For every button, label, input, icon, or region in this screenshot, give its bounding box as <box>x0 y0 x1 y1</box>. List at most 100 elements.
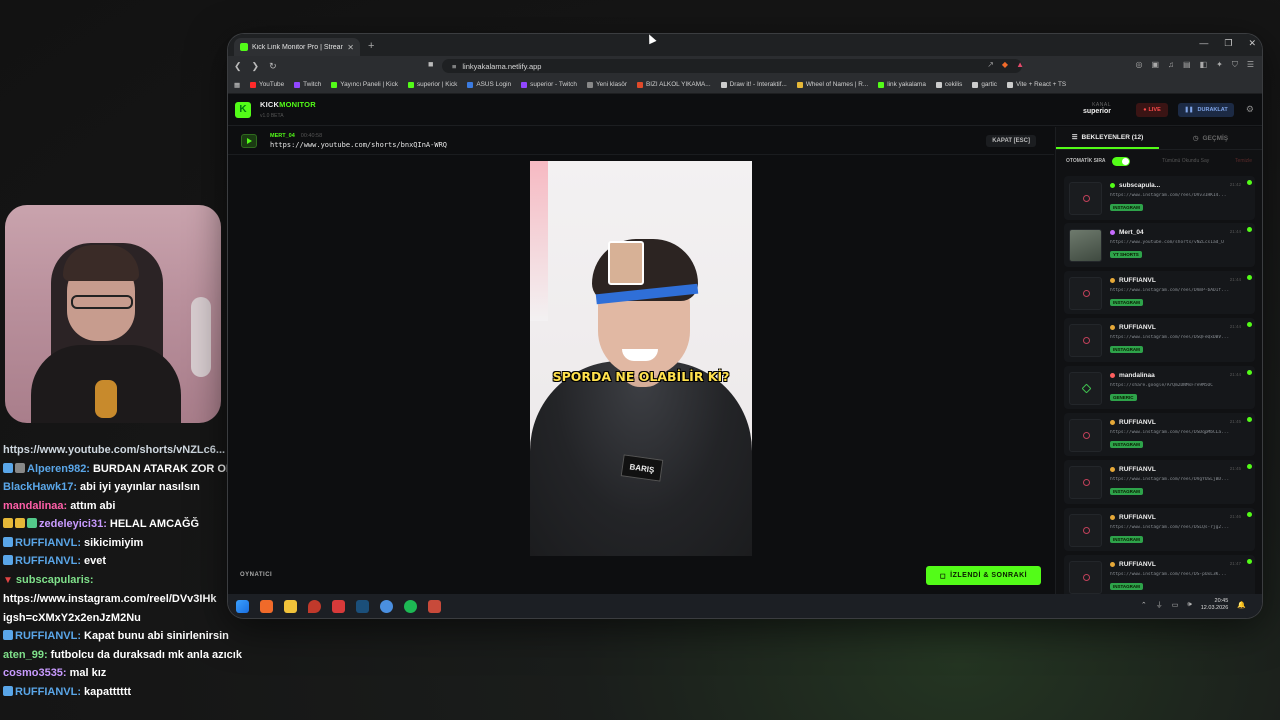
chat-username[interactable]: cosmo3535: <box>3 667 67 679</box>
chat-overlay: https://www.youtube.com/shorts/vNZLc6...… <box>3 441 243 701</box>
vpn-icon[interactable]: ⛉ <box>1232 60 1238 70</box>
split-view-icon[interactable]: ◧ <box>1200 60 1208 70</box>
calculator-app-icon[interactable] <box>428 599 441 613</box>
bookmark-item[interactable]: ASUS Login <box>467 81 511 88</box>
bookmark-item[interactable]: superior - Twitch <box>521 81 577 88</box>
bookmark-item[interactable]: BIZI ALKOL YIKAMA... <box>636 81 711 88</box>
steam-icon[interactable] <box>356 599 369 613</box>
settings-icon[interactable]: ⚙ <box>1246 104 1254 115</box>
queue-time: 21:44 <box>1229 276 1241 282</box>
clock-icon: ◷ <box>1192 135 1199 142</box>
chat-text: igsh=cXMxY2x2enJzM2Nu <box>3 611 141 624</box>
queue-time: 21:44 <box>1229 324 1241 330</box>
tab-waiting[interactable]: ☰ BEKLEYENLER (12) <box>1056 127 1159 149</box>
bookmark-item[interactable]: Wheel of Names | R... <box>796 81 868 88</box>
bookmarks-bar: ▦ YouTube Twitch Yayıncı Paneli | Kick supe… <box>228 76 1262 94</box>
reading-list-icon[interactable]: ▤ <box>1183 60 1191 70</box>
chat-username[interactable]: RUFFIANVL: <box>15 555 81 567</box>
queue-item[interactable]: RUFFIANVL 21:47 https://www.instagram.com/… <box>1064 555 1255 594</box>
queue-item[interactable]: mandalinaa 21:44 https://share.google/ArQm… <box>1064 365 1255 410</box>
chat-username[interactable]: zedeleyici31: <box>39 518 107 530</box>
menu-icon[interactable]: ☰ <box>1247 60 1254 70</box>
queue-item[interactable]: RUFFIANVL 21:44 https://www.instagram.com/… <box>1064 270 1255 315</box>
new-tab-icon[interactable]: + <box>368 40 374 52</box>
bookmark-item[interactable]: Vite + React + TS <box>1006 81 1066 88</box>
webcam-glasses <box>71 295 133 309</box>
notification-icon[interactable]: 🔔 <box>1237 601 1246 609</box>
bookmark-item[interactable]: Yayıncı Paneli | Kick <box>331 81 398 88</box>
bookmark-item[interactable]: YouTube <box>250 81 284 88</box>
chat-username[interactable]: RUFFIANVL: <box>15 537 81 549</box>
file-explorer-icon[interactable] <box>284 599 297 613</box>
forward-icon[interactable]: ❯ <box>252 61 260 72</box>
puzzle-icon[interactable]: ✦ <box>1216 60 1223 70</box>
spotify-icon[interactable] <box>404 599 417 613</box>
bookmark-item[interactable]: cekilis <box>935 81 962 88</box>
live-status-button[interactable]: ● LIVE <box>1136 103 1168 117</box>
minimize-icon[interactable]: — <box>1199 38 1208 49</box>
chat-message: zedeleyici31: HELAL AMCAĞĞ <box>3 515 243 534</box>
bookmark-icon[interactable]: ■ <box>428 59 433 69</box>
queue-item[interactable]: Mert_04 21:44 https://www.youtube.com/shor… <box>1064 223 1255 267</box>
bookmark-item[interactable]: Yeni klasör <box>586 81 627 88</box>
tray-chevron-icon[interactable]: ⌃ <box>1141 601 1147 609</box>
kick-monitor-app: K KICKMONITOR v1.0 BETA KANAL superior ●… <box>228 94 1262 594</box>
bookmark-item[interactable]: link yakalama <box>878 81 926 88</box>
browser-tab[interactable]: Kick Link Monitor Pro | Stream ✕ <box>234 38 360 56</box>
network-icon[interactable]: ⏚ <box>1156 600 1163 610</box>
link-icon <box>1081 383 1092 394</box>
video-player[interactable]: SPORDA NE OLABİLİR Kİ? BARIŞ <box>530 161 752 556</box>
queue-item[interactable]: RUFFIANVL 21:44 https://www.instagram.com/… <box>1064 318 1255 362</box>
chrome-icon[interactable] <box>380 599 393 613</box>
video-background <box>530 161 548 321</box>
taskbar-clock[interactable]: 20:45 12.03.2026 <box>1201 598 1229 612</box>
clear-queue-button[interactable]: Temizle <box>1235 158 1252 164</box>
bookmark-item[interactable]: Twitch <box>294 81 321 88</box>
watched-next-button[interactable]: ◻ İZLENDİ & SONRAKİ <box>926 566 1041 585</box>
queue-item[interactable]: subscapula... 21:42 https://www.instagram.… <box>1064 176 1255 220</box>
maximize-icon[interactable]: ❐ <box>1224 38 1232 49</box>
close-player-button[interactable]: KAPAT [ESC] <box>986 135 1036 147</box>
queue-item[interactable]: RUFFIANVL 21:45 https://www.instagram.com/… <box>1064 460 1255 504</box>
chat-username[interactable]: aten_99: <box>3 649 48 661</box>
queue-sidebar: ☰ BEKLEYENLER (12) ◷ GEÇMİŞ OTOMATİK SIR… <box>1055 127 1262 594</box>
bookmark-item[interactable]: gartic <box>972 81 997 88</box>
sidebar-toggle-icon[interactable]: ▣ <box>1151 60 1159 70</box>
close-tab-icon[interactable]: ✕ <box>347 43 354 52</box>
brave-shield-icon[interactable]: ◆ <box>1002 60 1008 69</box>
share-icon[interactable]: ↗ <box>987 60 994 69</box>
chat-username[interactable]: RUFFIANVL: <box>15 686 81 698</box>
bookmark-item[interactable]: superior | Kick <box>407 81 457 88</box>
reload-icon[interactable]: ↻ <box>269 61 277 72</box>
bookmark-item[interactable]: Draw it! - Interaktif... <box>720 81 787 88</box>
tab-history[interactable]: ◷ GEÇMİŞ <box>1159 127 1262 149</box>
chat-username[interactable]: mandalinaa: <box>3 500 67 512</box>
media-icon[interactable]: ♫ <box>1168 60 1174 70</box>
location-app-icon[interactable] <box>308 599 321 613</box>
brave-rewards-icon[interactable]: ▲ <box>1016 60 1024 69</box>
extension-icon[interactable]: ◎ <box>1135 60 1142 70</box>
chat-username[interactable]: RUFFIANVL: <box>15 630 81 642</box>
volume-icon[interactable]: 🕪 <box>1187 601 1191 609</box>
red-app-icon[interactable] <box>332 599 345 613</box>
close-window-icon[interactable]: ✕ <box>1248 38 1256 49</box>
windows-start-icon[interactable] <box>236 599 249 613</box>
queue-item[interactable]: RUFFIANVL 21:45 https://www.instagram.com/… <box>1064 412 1255 457</box>
mark-all-read-button[interactable]: Tümünü Okundu Say <box>1162 158 1209 164</box>
display-icon[interactable]: ▭ <box>1172 601 1179 609</box>
now-playing-url[interactable]: https://www.youtube.com/shorts/bnxQInA-W… <box>270 141 447 149</box>
back-icon[interactable]: ❮ <box>234 61 242 72</box>
queue-url: https://www.instagram.com/reel/DVmP-bAD1… <box>1110 287 1230 293</box>
chat-text: https://www.youtube.com/shorts/vNZLc6... <box>3 444 226 456</box>
pause-button[interactable]: ❚❚ DURAKLAT <box>1178 103 1234 117</box>
chat-username[interactable]: BlackHawk17: <box>3 481 77 493</box>
apps-grid-icon[interactable]: ▦ <box>234 81 240 89</box>
chat-username[interactable]: subscapularis: <box>16 574 94 586</box>
url-text: linkyakalama.netlify.app <box>462 61 542 71</box>
brave-browser-icon[interactable] <box>260 599 273 613</box>
site-info-icon[interactable]: ≡ <box>452 62 456 71</box>
url-field[interactable]: ≡ linkyakalama.netlify.app <box>442 59 1022 73</box>
chat-username[interactable]: Alperen982: <box>27 463 90 475</box>
auto-queue-toggle[interactable] <box>1111 156 1130 166</box>
queue-item[interactable]: RUFFIANVL 21:46 https://www.instagram.com/… <box>1064 507 1255 552</box>
